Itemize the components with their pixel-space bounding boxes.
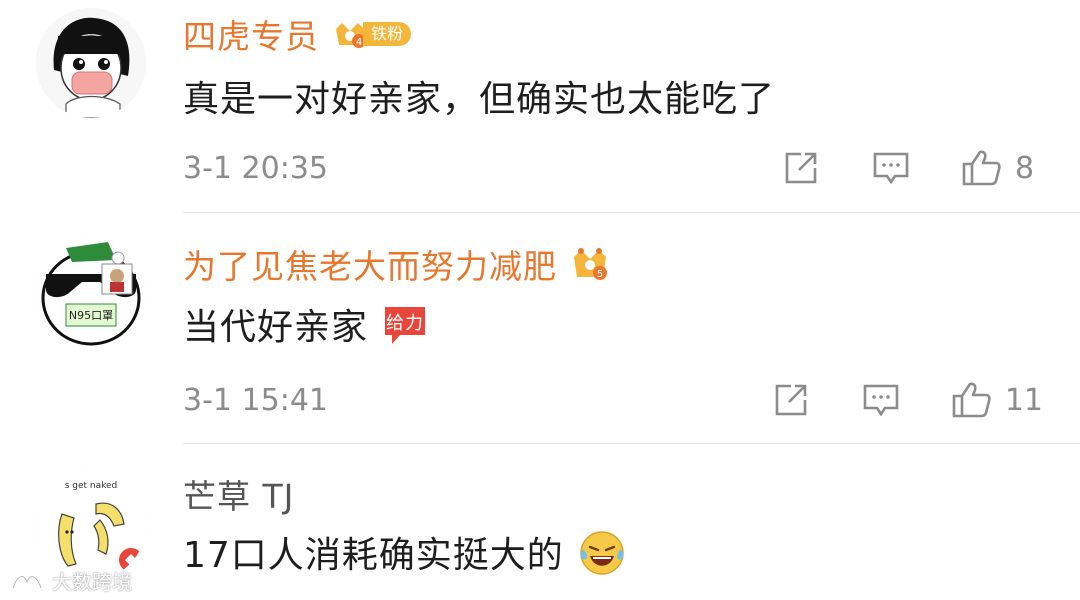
fan-label: 铁粉 <box>363 22 412 46</box>
user-avatar[interactable]: N95口罩 <box>36 238 146 348</box>
sunglasses-cartoon-avatar-icon: N95口罩 <box>36 238 146 348</box>
like-button[interactable]: 8 <box>961 148 1043 188</box>
banana-cartoon-avatar-icon: s get naked <box>36 470 146 580</box>
comment-icon <box>863 384 899 417</box>
user-avatar[interactable] <box>36 8 146 118</box>
comment-icon <box>873 152 909 185</box>
share-icon <box>785 152 817 184</box>
svg-text:N95口罩: N95口罩 <box>69 309 113 322</box>
laughing-tears-emoji-icon <box>578 529 626 586</box>
username[interactable]: 为了见焦老大而努力减肥 <box>183 240 557 288</box>
comment-text-content: 当代好亲家 <box>183 307 369 348</box>
reply-button[interactable] <box>861 382 901 418</box>
svg-text:4: 4 <box>356 37 362 48</box>
svg-text:给力: 给力 <box>386 313 424 334</box>
reply-button[interactable] <box>871 150 911 186</box>
user-avatar[interactable]: s get naked <box>36 470 146 580</box>
thumbs-up-icon <box>952 382 991 418</box>
like-button[interactable]: 11 <box>951 380 1043 420</box>
divider <box>183 212 1080 213</box>
username[interactable]: 四虎专员 <box>183 10 319 58</box>
geili-emoji-icon: 给力 <box>382 304 428 355</box>
comment-text-content: 17口人消耗确实挺大的 <box>183 535 564 576</box>
comment-text: 当代好亲家 给力 <box>183 298 428 355</box>
like-count: 8 <box>1015 150 1035 186</box>
masked-cartoon-girl-avatar-icon <box>36 8 146 118</box>
fan-badge: 4 铁粉 <box>333 19 412 49</box>
crown-icon: 5 <box>574 248 607 280</box>
username[interactable]: 芒草 TJ <box>183 470 294 518</box>
fan-badge: 5 <box>571 245 609 283</box>
share-button[interactable] <box>771 382 811 418</box>
crown-icon: 4 <box>336 23 366 48</box>
svg-text:s get naked: s get naked <box>65 481 118 491</box>
watermark-logo-icon <box>11 574 43 588</box>
comment-text: 17口人消耗确实挺大的 <box>183 526 626 586</box>
timestamp: 3-1 15:41 <box>183 382 328 418</box>
thumbs-up-icon <box>962 150 1001 186</box>
timestamp: 3-1 20:35 <box>183 150 328 186</box>
watermark: 大数跨境 <box>10 566 132 595</box>
like-count: 11 <box>1004 382 1043 418</box>
comment-text: 真是一对好亲家，但确实也太能吃了 <box>183 79 776 120</box>
watermark-text: 大数跨境 <box>52 570 132 594</box>
share-icon <box>775 384 807 416</box>
share-button[interactable] <box>781 150 821 186</box>
svg-text:5: 5 <box>597 269 603 280</box>
divider <box>183 443 1080 444</box>
